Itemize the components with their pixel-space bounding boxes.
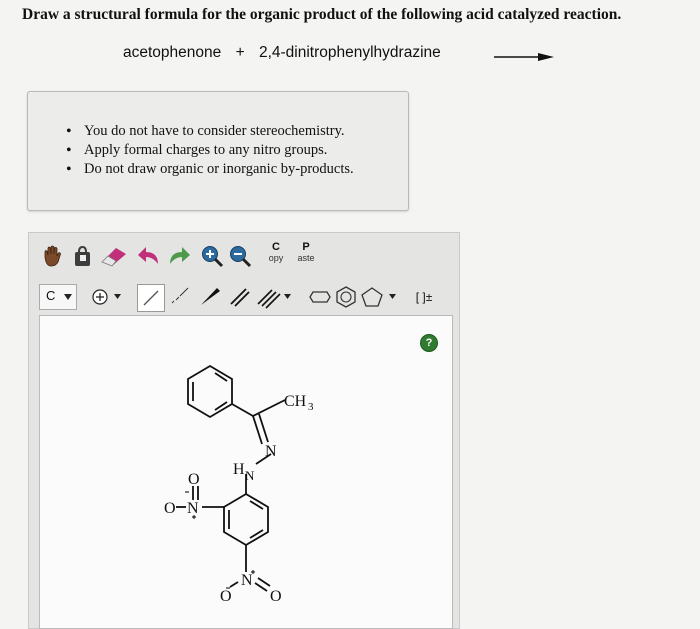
reaction-equation: acetophenone + 2,4-dinitrophenylhydrazin… <box>123 44 441 62</box>
atom-nitro-bottom-o-right: O <box>270 588 282 605</box>
reaction-arrow-icon <box>494 50 556 64</box>
editor-toolbar-bottom: C []± <box>35 281 455 313</box>
charge-brackets-label: [ ]± <box>415 290 433 304</box>
instructions-list: You do not have to consider stereochemis… <box>66 122 354 179</box>
template-bag-icon[interactable] <box>69 243 95 269</box>
cyclopentane-dropdown[interactable] <box>359 284 401 310</box>
wedge-bond-icon[interactable] <box>197 284 223 310</box>
instruction-item: Apply formal charges to any nitro groups… <box>66 141 354 160</box>
instruction-item: Do not draw organic or inorganic by-prod… <box>66 160 354 179</box>
charge-brackets-tool[interactable]: [ ]± <box>409 284 439 310</box>
atom-nitro-left-o-top: O <box>188 471 200 488</box>
element-selected-label: C <box>46 288 56 303</box>
copy-label-small: opy <box>268 253 284 263</box>
drawing-canvas[interactable]: ? CH 3 N H N O N O N O O <box>39 315 453 629</box>
plus-sign: + <box>235 44 245 61</box>
chevron-down-icon <box>64 294 72 300</box>
paste-label-small: aste <box>297 253 315 263</box>
triple-bond-dropdown[interactable] <box>255 284 295 310</box>
cyclopropane-icon[interactable] <box>307 284 333 310</box>
paste-label-big: P <box>302 241 310 253</box>
copy-label-big: C <box>272 241 280 253</box>
atom-nitro-left-o: O <box>164 500 176 517</box>
undo-icon[interactable] <box>135 243 163 269</box>
question-prompt: Draw a structural formula for the organi… <box>22 6 622 23</box>
reactant-dnph: 2,4-dinitrophenylhydrazine <box>258 44 441 61</box>
atom-n-imine: N <box>265 443 277 460</box>
hashed-bond-icon[interactable] <box>167 284 193 310</box>
instructions-box: You do not have to consider stereochemis… <box>27 91 409 211</box>
zoom-out-icon[interactable] <box>227 243 253 269</box>
atom-ch3-subscript: 3 <box>308 401 314 413</box>
instruction-item: You do not have to consider stereochemis… <box>66 122 354 141</box>
paste-button[interactable]: P aste <box>293 241 319 271</box>
editor-toolbar-top: C opy P aste <box>35 237 455 275</box>
reactant-acetophenone: acetophenone <box>123 44 222 61</box>
atom-nitro-left-n: N <box>187 500 199 517</box>
atom-hn-h: H <box>233 461 245 478</box>
zoom-in-icon[interactable] <box>199 243 225 269</box>
atom-nitro-bottom-n: N <box>241 572 253 589</box>
double-bond-icon[interactable] <box>227 284 253 310</box>
atom-nitro-bottom-o-left: O <box>220 588 232 605</box>
atom-ch3: CH <box>284 393 307 410</box>
eraser-icon[interactable] <box>97 243 131 269</box>
charge-plus-dropdown[interactable] <box>87 284 127 310</box>
structure-drawing: CH 3 N H N O N O N O O <box>164 364 314 605</box>
copy-button[interactable]: C opy <box>263 241 289 271</box>
hand-move-icon[interactable] <box>39 243 65 269</box>
atom-hn-n: N <box>245 468 255 483</box>
benzene-ring-icon[interactable] <box>333 284 359 310</box>
redo-icon[interactable] <box>165 243 193 269</box>
structure-editor: C opy P aste C []± ? CH 3 N H N O N O N… <box>28 232 460 629</box>
single-bond-icon[interactable] <box>137 284 165 312</box>
element-dropdown[interactable]: C <box>39 284 77 310</box>
